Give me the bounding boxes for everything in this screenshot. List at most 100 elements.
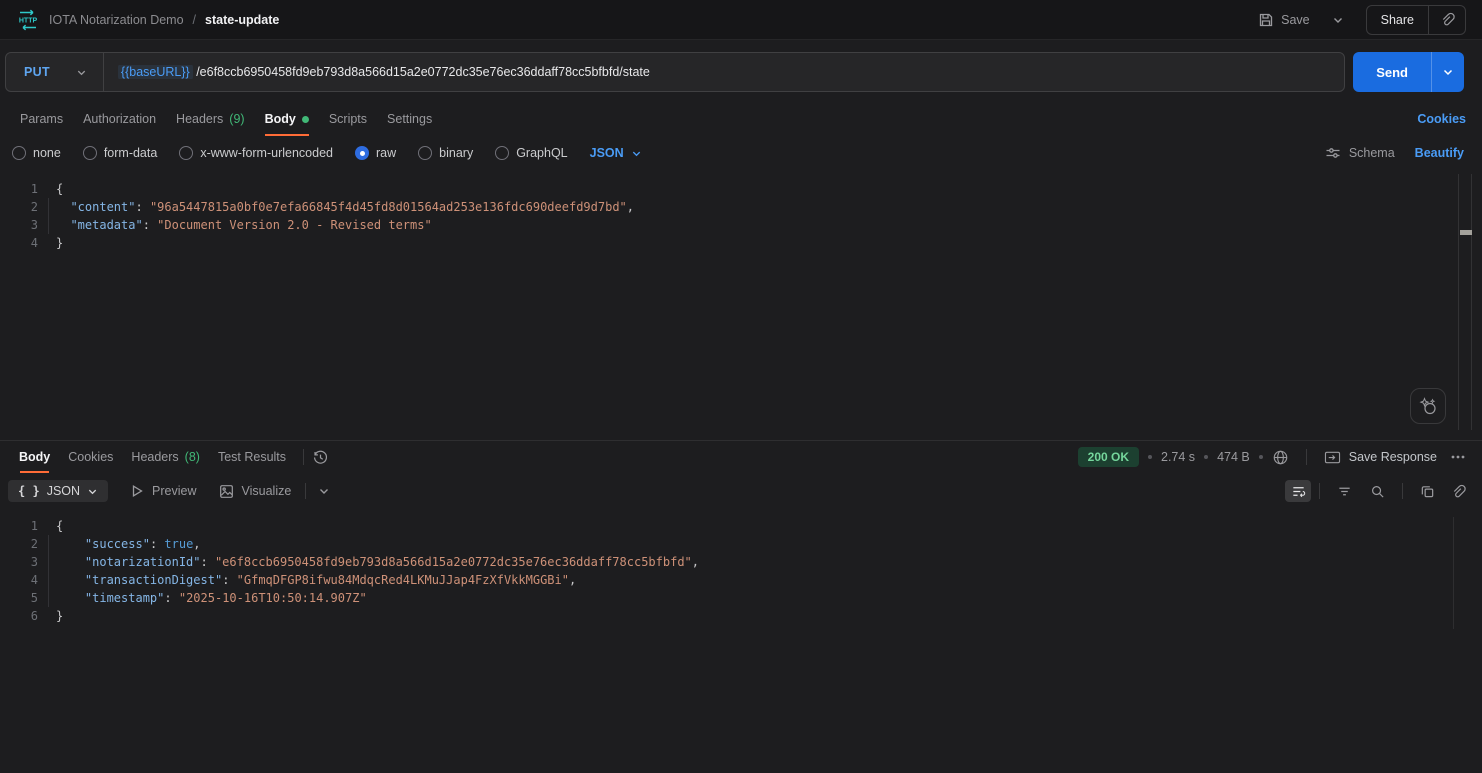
- visualize-options-chevron-icon[interactable]: [318, 485, 330, 497]
- filter-icon[interactable]: [1337, 484, 1352, 499]
- radio-icon: [418, 146, 433, 160]
- save-button[interactable]: Save: [1252, 7, 1316, 33]
- scrollbar-thumb[interactable]: [1460, 230, 1472, 235]
- tab-body[interactable]: Body: [255, 102, 319, 136]
- response-size[interactable]: 474 B: [1217, 450, 1250, 464]
- request-tabs: Params Authorization Headers (9) Body Scr…: [0, 102, 1482, 136]
- request-url-row: PUT {{baseURL}} /e6f8ccb6950458fd9eb793d…: [5, 52, 1464, 92]
- divider: [1319, 483, 1320, 499]
- save-label: Save: [1281, 12, 1310, 27]
- beautify-button[interactable]: Beautify: [1415, 146, 1464, 160]
- visualize-button[interactable]: Visualize: [219, 484, 291, 499]
- play-icon: [130, 484, 144, 498]
- editor-scrollbar[interactable]: [1458, 174, 1472, 430]
- response-code-lines[interactable]: 1{2 "success": true, 3 "notarizationId": …: [0, 517, 1482, 625]
- response-body-editor[interactable]: 1{2 "success": true, 3 "notarizationId": …: [0, 517, 1482, 629]
- link-icon[interactable]: [1451, 484, 1466, 499]
- response-history-icon[interactable]: [312, 449, 329, 466]
- headers-count: (9): [229, 112, 245, 126]
- more-options-icon[interactable]: [1450, 449, 1466, 465]
- postbot-sparkle-icon: [1419, 397, 1436, 415]
- chevron-down-icon: [88, 489, 97, 494]
- image-icon: [219, 484, 234, 499]
- body-mode-graphql[interactable]: GraphQL: [495, 146, 568, 160]
- copy-icon[interactable]: [1420, 484, 1435, 499]
- send-button[interactable]: Send: [1353, 52, 1431, 92]
- tab-params[interactable]: Params: [10, 102, 73, 136]
- save-response-icon: [1324, 450, 1341, 465]
- breadcrumb-separator: /: [192, 12, 197, 27]
- response-tab-cookies[interactable]: Cookies: [59, 441, 122, 473]
- response-headers-count: (8): [184, 450, 200, 464]
- braces-icon: { }: [18, 484, 40, 498]
- send-button-group: Send: [1353, 52, 1464, 92]
- response-tab-headers[interactable]: Headers (8): [122, 441, 209, 473]
- method-label: PUT: [24, 65, 50, 79]
- save-response-button[interactable]: Save Response: [1324, 450, 1437, 465]
- divider: [1402, 483, 1403, 499]
- response-tab-test-results[interactable]: Test Results: [209, 441, 295, 473]
- body-mode-raw[interactable]: raw: [355, 146, 396, 160]
- url-base-variable[interactable]: {{baseURL}}: [117, 65, 193, 79]
- tab-scripts[interactable]: Scripts: [319, 102, 377, 136]
- share-group: Share: [1365, 4, 1466, 35]
- url-path[interactable]: /e6f8ccb6950458fd9eb793d8a566d15a2e0772d…: [196, 65, 650, 79]
- status-badge[interactable]: 200 OK: [1077, 447, 1139, 467]
- radio-icon: [179, 146, 194, 160]
- dot-separator: [1148, 455, 1152, 459]
- body-modified-dot: [301, 115, 309, 123]
- url-bar: PUT {{baseURL}} /e6f8ccb6950458fd9eb793d…: [5, 52, 1346, 92]
- sliders-icon: [1325, 145, 1341, 161]
- response-format-selector[interactable]: { } JSON: [8, 480, 109, 502]
- response-tabs: Body Cookies Headers (8) Test Results 200…: [0, 441, 1482, 473]
- svg-text:HTTP: HTTP: [19, 17, 38, 24]
- radio-icon: [355, 146, 369, 160]
- tab-headers[interactable]: Headers (9): [166, 102, 255, 136]
- language-selector[interactable]: JSON: [590, 146, 642, 160]
- schema-button[interactable]: Schema: [1325, 145, 1395, 161]
- copy-link-icon[interactable]: [1429, 12, 1465, 27]
- network-globe-icon[interactable]: [1272, 449, 1289, 466]
- dot-separator: [1204, 455, 1209, 459]
- body-mode-form-data[interactable]: form-data: [82, 146, 157, 160]
- divider: [303, 449, 305, 465]
- save-icon: [1258, 12, 1274, 28]
- collection-name[interactable]: IOTA Notarization Demo: [49, 13, 184, 27]
- response-meta: 200 OK 2.74 s 474 B Save Response: [1077, 447, 1466, 467]
- share-button[interactable]: Share: [1367, 13, 1428, 27]
- search-icon[interactable]: [1370, 484, 1385, 499]
- cookies-link[interactable]: Cookies: [1417, 112, 1466, 126]
- send-options-chevron-icon[interactable]: [1431, 52, 1464, 92]
- postbot-button[interactable]: [1410, 388, 1446, 424]
- wrap-lines-toggle[interactable]: [1285, 480, 1311, 502]
- response-time[interactable]: 2.74 s: [1161, 450, 1195, 464]
- request-name[interactable]: state-update: [205, 13, 279, 27]
- response-tab-body[interactable]: Body: [10, 441, 59, 473]
- radio-icon: [82, 146, 97, 160]
- divider: [305, 483, 307, 499]
- body-mode-none[interactable]: none: [12, 146, 61, 160]
- chevron-down-icon: [632, 151, 640, 156]
- breadcrumb: HTTP IOTA Notarization Demo / state-upda…: [16, 8, 279, 32]
- body-mode-binary[interactable]: binary: [418, 146, 473, 160]
- response-toolbar: { } JSON Preview Visualize: [0, 475, 1482, 507]
- preview-button[interactable]: Preview: [130, 484, 197, 498]
- wrap-lines-icon: [1292, 486, 1305, 497]
- method-chevron-icon: [76, 67, 87, 78]
- divider: [1305, 449, 1307, 465]
- radio-icon: [12, 146, 26, 160]
- body-mode-urlencoded[interactable]: x-www-form-urlencoded: [179, 146, 333, 160]
- tab-settings[interactable]: Settings: [377, 102, 442, 136]
- request-code-lines[interactable]: 1{2 "content": "96a5447815a0bf0e7efa6684…: [0, 180, 1482, 252]
- http-request-icon: HTTP: [16, 8, 40, 32]
- tab-authorization[interactable]: Authorization: [73, 102, 166, 136]
- response-scrollbar-track[interactable]: [1453, 517, 1454, 629]
- save-options-chevron-icon[interactable]: [1326, 9, 1350, 31]
- top-bar: HTTP IOTA Notarization Demo / state-upda…: [0, 0, 1482, 40]
- body-mode-row: none form-data x-www-form-urlencoded raw…: [0, 138, 1482, 168]
- radio-icon: [495, 146, 510, 160]
- method-selector[interactable]: PUT: [6, 53, 103, 91]
- url-input[interactable]: {{baseURL}} /e6f8ccb6950458fd9eb793d8a56…: [104, 65, 650, 79]
- dot-separator: [1258, 455, 1263, 459]
- request-body-editor[interactable]: 1{2 "content": "96a5447815a0bf0e7efa6684…: [0, 174, 1482, 430]
